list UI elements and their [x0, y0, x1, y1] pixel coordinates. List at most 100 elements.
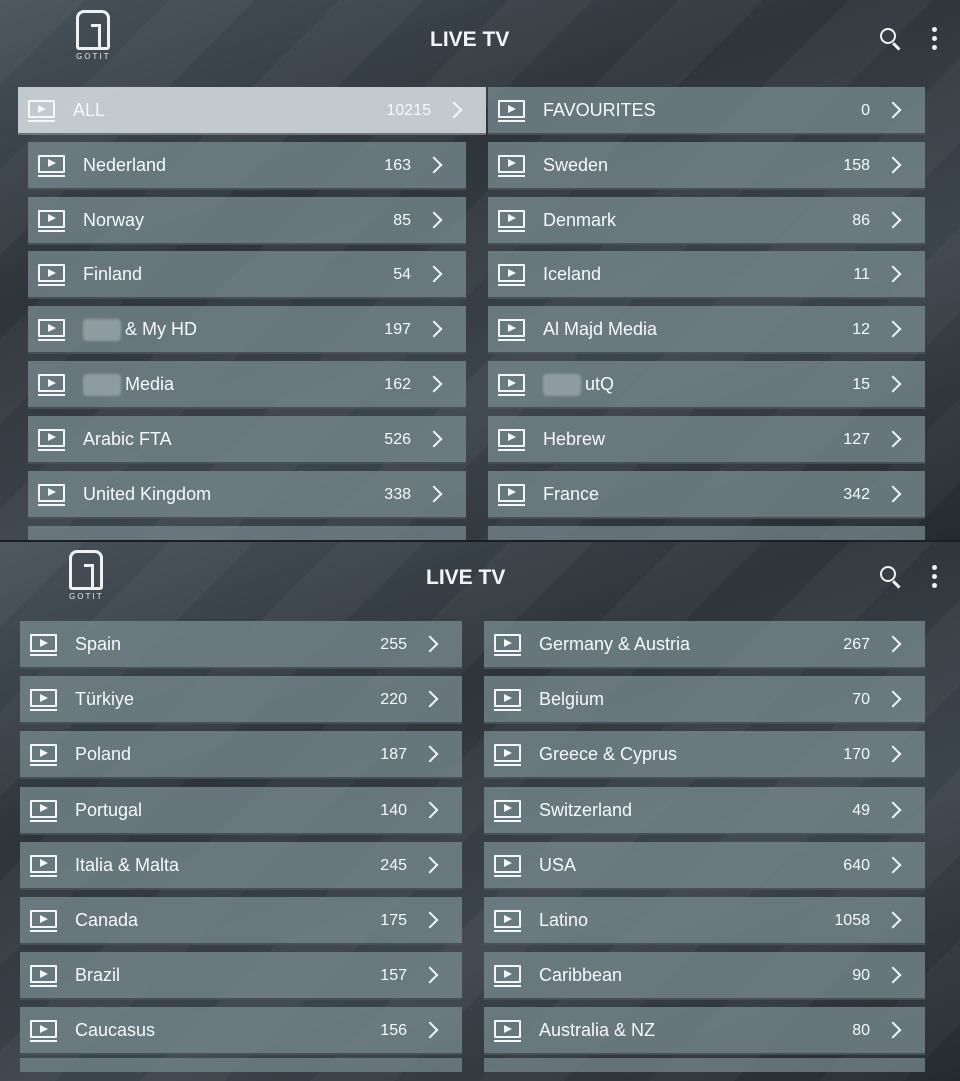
category-label-text: & My HD [125, 319, 197, 340]
category-item[interactable]: Media 162 [28, 361, 466, 409]
channel-count: 175 [380, 912, 407, 929]
category-item[interactable]: Latino 1058 [484, 897, 925, 945]
category-label-text: Türkiye [75, 689, 135, 710]
chevron-right-icon [421, 1021, 439, 1039]
category-item[interactable]: Australia & NZ 80 [484, 1007, 925, 1056]
chevron-right-icon [884, 265, 902, 283]
chevron-right-icon [425, 485, 443, 503]
tv-play-icon [494, 634, 521, 656]
category-item[interactable]: Germany & Austria 267 [484, 621, 925, 669]
category-label: Arabic FTA [83, 429, 172, 450]
category-label: Al Majd Media [543, 319, 657, 340]
redacted-text [83, 374, 121, 397]
channel-count: 80 [852, 1022, 870, 1040]
category-item[interactable]: Belgium 70 [484, 676, 925, 725]
category-item[interactable]: Italia & Malta 245 [20, 841, 462, 890]
channel-count: 220 [380, 691, 407, 709]
category-item[interactable]: Canada 175 [20, 897, 462, 945]
chevron-right-icon [884, 745, 902, 763]
category-label: Iceland [543, 264, 601, 285]
tv-play-icon [30, 965, 57, 988]
tv-play-icon [498, 100, 525, 122]
chevron-right-icon [884, 375, 902, 393]
category-item[interactable]: Hebrew 127 [488, 415, 925, 464]
category-item[interactable]: Caucasus 156 [20, 1007, 462, 1056]
category-label-text: Germany & Austria [539, 634, 691, 654]
category-item[interactable]: Poland 187 [20, 731, 462, 780]
category-label-text: Australia & NZ [539, 1020, 656, 1041]
category-item[interactable]: Caribbean 90 [484, 952, 925, 1001]
category-item[interactable]: Denmark 86 [488, 196, 925, 245]
category-item[interactable]: & My HD 197 [28, 306, 466, 355]
category-item[interactable]: Greece & Cyprus 170 [484, 731, 925, 780]
tv-play-icon [30, 689, 57, 712]
more-vertical-icon[interactable] [932, 565, 938, 589]
category-item[interactable]: Brazil 157 [20, 952, 462, 1001]
category-label-text: Hebrew [543, 428, 606, 449]
tv-play-icon [498, 483, 525, 506]
chevron-right-icon [421, 801, 439, 819]
category-item[interactable]: France 342 [488, 470, 925, 519]
chevron-right-icon [884, 1021, 902, 1039]
logo-text: GOTIT [69, 592, 104, 601]
category-item[interactable]: Switzerland 49 [484, 786, 925, 835]
category-item[interactable]: Finland 54 [28, 251, 466, 300]
chevron-right-icon [425, 265, 443, 283]
chevron-right-icon [884, 101, 902, 119]
category-item[interactable]: USA 640 [484, 841, 925, 890]
category-label: Greece & Cyprus [539, 744, 677, 765]
search-icon[interactable] [880, 28, 896, 44]
channel-count: 12 [852, 321, 870, 339]
channel-count: 640 [843, 856, 870, 874]
channel-count: 127 [843, 430, 870, 448]
category-item[interactable]: Arabic FTA 526 [28, 415, 466, 464]
chevron-right-icon [884, 911, 902, 929]
category-item[interactable]: Al Majd Media 12 [488, 306, 925, 355]
category-item[interactable]: Türkiye 220 [20, 676, 462, 725]
category-label-text: Portugal [75, 799, 143, 820]
category-label-text: ALL [73, 100, 106, 120]
category-item[interactable]: Iceland 11 [488, 251, 925, 300]
channel-count: 11 [853, 266, 870, 284]
chevron-right-icon [425, 430, 443, 448]
category-item[interactable]: utQ 15 [488, 361, 925, 409]
more-vertical-icon[interactable] [932, 27, 938, 51]
channel-count: 255 [380, 636, 407, 653]
list-item-partial [20, 1058, 462, 1072]
category-label-text: Latino [539, 910, 589, 930]
category-label-text: Spain [75, 634, 122, 654]
category-item[interactable]: FAVOURITES 0 [488, 87, 925, 135]
category-label: Caucasus [75, 1020, 155, 1041]
channel-count: 49 [852, 801, 870, 819]
chevron-right-icon [884, 801, 902, 819]
tv-play-icon [494, 910, 521, 932]
category-item[interactable]: ALL 10215 [18, 87, 486, 135]
category-item[interactable]: Norway 85 [28, 196, 466, 245]
category-label: Brazil [75, 965, 120, 986]
channel-count: 90 [852, 967, 870, 985]
tv-play-icon [38, 319, 65, 342]
channel-count: 526 [384, 430, 411, 448]
category-label-text: Media [125, 374, 175, 394]
tv-play-icon [38, 374, 65, 396]
redacted-text [543, 374, 581, 397]
chevron-right-icon [884, 856, 902, 874]
chevron-right-icon [421, 911, 439, 929]
channel-count: 54 [393, 266, 411, 284]
category-item[interactable]: Spain 255 [20, 621, 462, 669]
category-label: Hebrew [543, 429, 605, 450]
category-item[interactable]: Nederland 163 [28, 141, 466, 190]
tv-play-icon [30, 854, 57, 877]
list-item-partial [488, 526, 925, 540]
tv-play-icon [30, 634, 57, 656]
chevron-right-icon [884, 320, 902, 338]
search-icon[interactable] [880, 566, 896, 582]
tv-play-icon [498, 154, 525, 177]
category-label-text: Italia & Malta [75, 854, 180, 875]
category-item[interactable]: Sweden 158 [488, 141, 925, 190]
category-label-text: Finland [83, 264, 143, 285]
gotit-logo-icon: GOTIT [76, 10, 111, 61]
category-item[interactable]: Portugal 140 [20, 786, 462, 835]
chevron-right-icon [425, 156, 443, 174]
category-item[interactable]: United Kingdom 338 [28, 470, 466, 519]
